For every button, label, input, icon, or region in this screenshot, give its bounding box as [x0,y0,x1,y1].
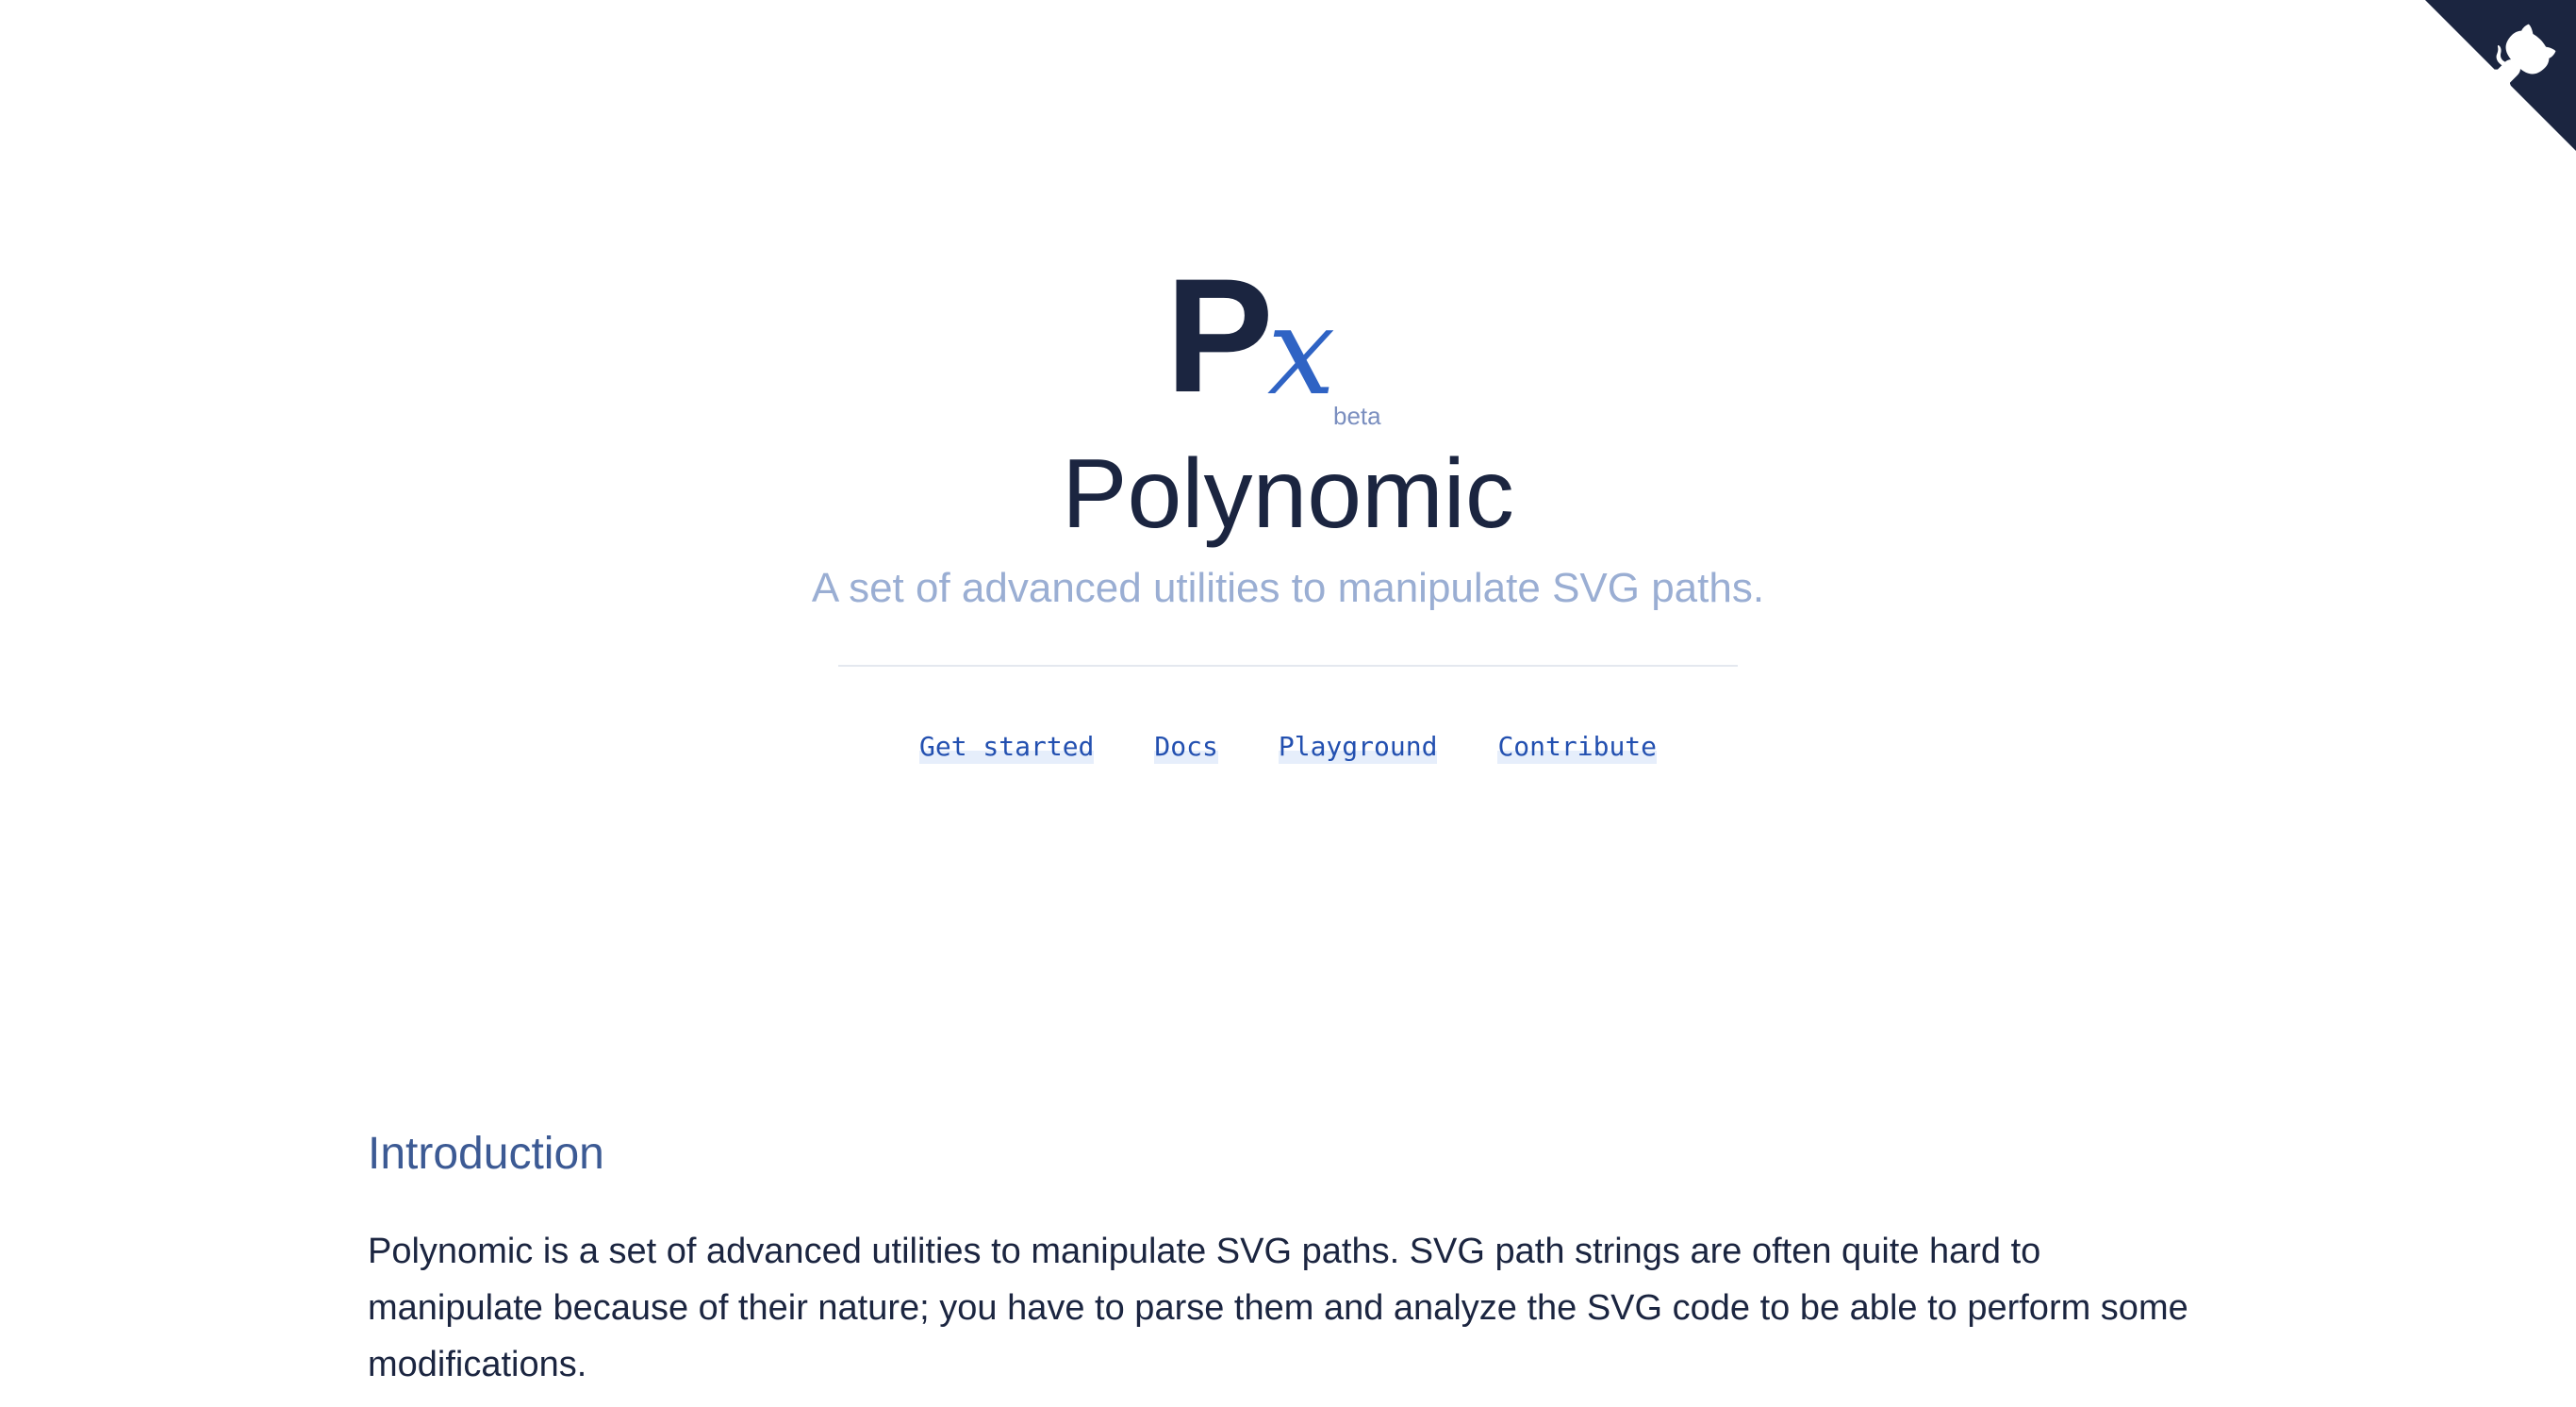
page-subtitle: A set of advanced utilities to manipulat… [811,565,1765,612]
introduction-heading: Introduction [368,1129,604,1179]
hero: P x beta Polynomic A set of advanced uti… [0,255,2576,765]
page: P x beta Polynomic A set of advanced uti… [0,0,2576,1407]
beta-badge: beta [1333,402,1381,430]
nav-link-get-started[interactable]: Get started [918,731,1095,765]
nav-link-contribute[interactable]: Contribute [1497,731,1658,765]
nav-link-playground[interactable]: Playground [1278,731,1438,765]
introduction-paragraph: Polynomic is a set of advanced utilities… [368,1232,2188,1384]
main-nav: Get started Docs Playground Contribute [0,731,2576,765]
logo-letter: P [1165,245,1274,426]
nav-link-docs[interactable]: Docs [1154,731,1218,765]
introduction-section: Introduction Polynomic is a set of advan… [368,1128,2216,1393]
github-octocat-icon [2425,0,2576,151]
page-title: Polynomic [1062,439,1514,549]
github-corner-link[interactable] [2425,0,2576,151]
logo: P x beta [1165,255,1411,434]
divider [838,665,1738,668]
logo-symbol: x [1267,282,1336,422]
